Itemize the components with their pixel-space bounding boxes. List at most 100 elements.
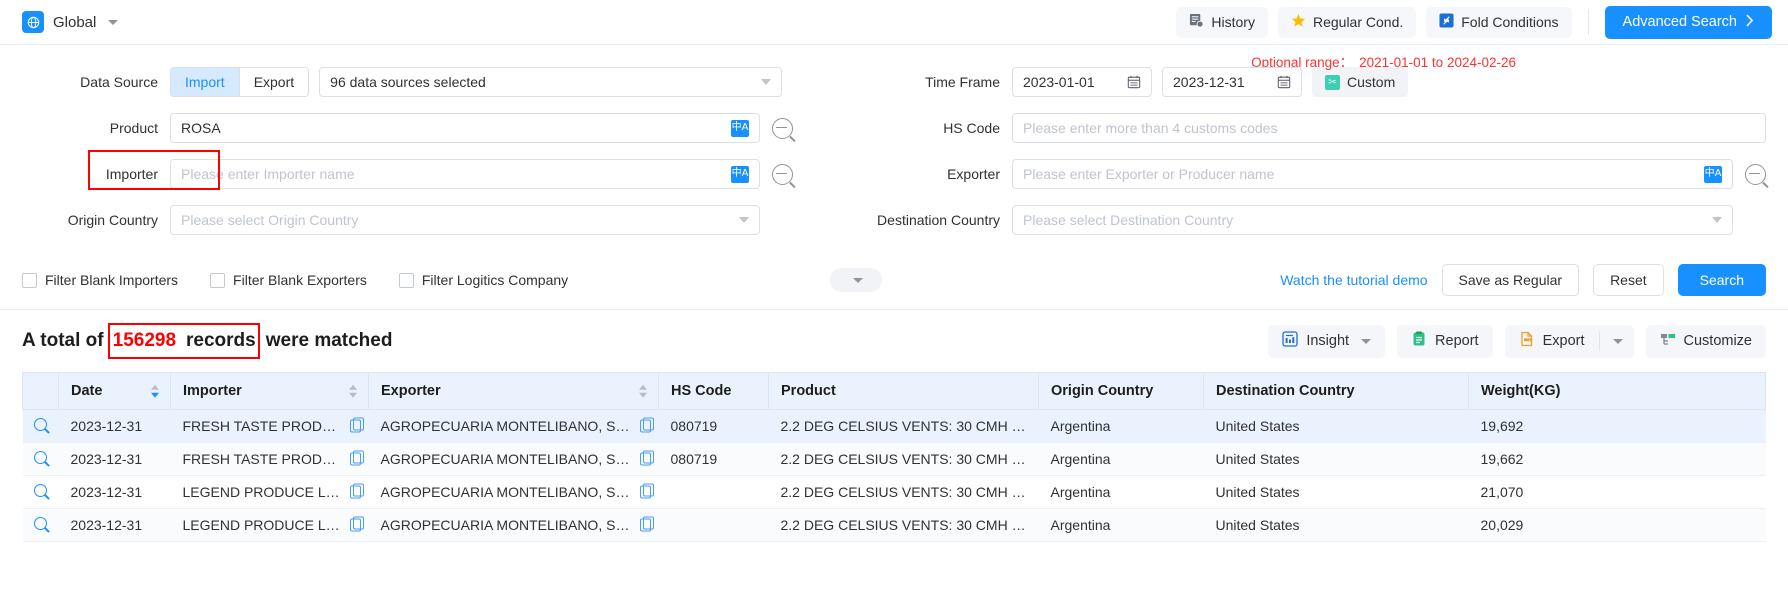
customize-button[interactable]: Customize (1646, 325, 1767, 358)
calendar-icon (1277, 75, 1291, 89)
row-detail-button[interactable] (23, 476, 59, 509)
cell-date: 2023-12-31 (59, 509, 171, 542)
magnifier-icon[interactable] (34, 451, 47, 464)
importer-label: Importer (22, 166, 170, 182)
cell-origin-country: Argentina (1039, 476, 1204, 509)
header-zoom (23, 373, 59, 410)
importer-search-minus-icon[interactable] (772, 164, 793, 185)
data-sources-select[interactable]: 96 data sources selected (319, 67, 782, 97)
cell-exporter: AGROPECUARIA MONTELIBANO, S.A. (369, 476, 659, 509)
row-detail-button[interactable] (23, 509, 59, 542)
advanced-search-label: Advanced Search (1623, 14, 1737, 30)
history-icon (1189, 13, 1204, 31)
copy-icon[interactable] (640, 486, 651, 499)
copy-icon[interactable] (640, 519, 651, 532)
header-date[interactable]: Date (59, 373, 171, 410)
cell-exporter-text: AGROPECUARIA MONTELIBANO, S.A. (381, 517, 633, 533)
header-hs-code: HS Code (659, 373, 769, 410)
filters-actions: Watch the tutorial demo Save as Regular … (1280, 264, 1766, 296)
translate-icon[interactable]: 中A (1704, 166, 1722, 183)
save-as-regular-button[interactable]: Save as Regular (1442, 264, 1580, 296)
cell-weight: 20,029 (1469, 509, 1766, 542)
destination-country-label: Destination Country (872, 212, 1012, 228)
data-source-row: Data Source Import Export 96 data source… (22, 67, 822, 97)
magnifier-icon[interactable] (34, 484, 47, 497)
origin-country-select[interactable]: Please select Origin Country (170, 205, 760, 235)
magnifier-icon[interactable] (34, 517, 47, 530)
cell-destination-country: United States (1204, 443, 1469, 476)
star-icon (1291, 13, 1306, 31)
copy-icon[interactable] (350, 486, 361, 499)
cell-hs-code (659, 476, 769, 509)
row-detail-button[interactable] (23, 410, 59, 443)
destination-country-select[interactable]: Please select Destination Country (1012, 205, 1733, 235)
insight-button[interactable]: Insight (1268, 325, 1385, 358)
header-origin-country: Origin Country (1039, 373, 1204, 410)
cell-exporter-text: AGROPECUARIA MONTELIBANO, S.A. (381, 484, 633, 500)
data-source-export-option[interactable]: Export (240, 68, 308, 96)
translate-icon[interactable]: 中A (731, 120, 749, 137)
importer-input[interactable]: Please enter Importer name 中A (170, 159, 760, 189)
total-prefix: A total of (22, 330, 104, 352)
copy-icon[interactable] (350, 420, 361, 433)
export-button[interactable]: Export (1505, 325, 1599, 358)
product-input[interactable]: ROSA 中A (170, 113, 760, 143)
advanced-search-button[interactable]: Advanced Search (1605, 6, 1772, 39)
magnifier-icon[interactable] (34, 418, 47, 431)
search-left-column: Data Source Import Export 96 data source… (22, 67, 822, 251)
checkbox-box (399, 273, 414, 288)
total-count: 156298 (113, 330, 176, 352)
report-label: Report (1435, 333, 1479, 349)
reset-button[interactable]: Reset (1593, 264, 1664, 296)
table-row[interactable]: 2023-12-31 LEGEND PRODUCE LLC AGROPECUAR… (23, 476, 1766, 509)
expand-conditions-toggle[interactable] (830, 268, 882, 292)
results-table-wrap: Date Importer Exporter HS Code Product O… (0, 372, 1788, 542)
time-frame-end-value: 2023-12-31 (1173, 74, 1245, 90)
filter-logistics-company-checkbox[interactable]: Filter Logitics Company (399, 272, 568, 288)
data-source-import-option[interactable]: Import (171, 68, 240, 96)
report-button[interactable]: Report (1397, 325, 1493, 358)
table-row[interactable]: 2023-12-31 FRESH TASTE PRODUCE AGROPECUA… (23, 410, 1766, 443)
sort-icon-exporter[interactable] (639, 385, 648, 398)
search-button[interactable]: Search (1678, 264, 1766, 296)
optional-range-value: 2021-01-01 to 2024-02-26 (1359, 55, 1516, 70)
regular-cond-label: Regular Cond. (1313, 14, 1403, 30)
globe-icon (22, 11, 44, 33)
time-frame-start-input[interactable]: 2023-01-01 (1012, 67, 1152, 97)
table-row[interactable]: 2023-12-31 FRESH TASTE PRODUCE AGROPECUA… (23, 443, 1766, 476)
copy-icon[interactable] (350, 453, 361, 466)
cell-exporter-text: AGROPECUARIA MONTELIBANO, S.A. (381, 418, 633, 434)
custom-label: Custom (1347, 74, 1395, 90)
data-source-toggle[interactable]: Import Export (170, 67, 309, 97)
chevron-down-icon (739, 217, 749, 223)
export-dropdown-toggle[interactable] (1600, 325, 1634, 358)
sort-icon-date[interactable] (151, 385, 160, 398)
product-search-minus-icon[interactable] (772, 118, 793, 139)
tutorial-demo-link[interactable]: Watch the tutorial demo (1280, 272, 1427, 288)
cell-importer-text: FRESH TASTE PRODUCE (183, 418, 352, 434)
history-button[interactable]: History (1176, 7, 1268, 38)
translate-icon[interactable]: 中A (731, 166, 749, 183)
filter-blank-importers-checkbox[interactable]: Filter Blank Importers (22, 272, 178, 288)
row-detail-button[interactable] (23, 443, 59, 476)
importer-row: Importer Please enter Importer name 中A (22, 159, 822, 189)
header-importer[interactable]: Importer (171, 373, 369, 410)
hs-code-input[interactable]: Please enter more than 4 customs codes (1012, 113, 1766, 143)
regular-cond-button[interactable]: Regular Cond. (1278, 7, 1416, 38)
sort-icon-importer[interactable] (349, 385, 358, 398)
header-date-label: Date (71, 383, 102, 399)
header-exporter[interactable]: Exporter (369, 373, 659, 410)
exporter-input[interactable]: Please enter Exporter or Producer name 中… (1012, 159, 1733, 189)
filter-blank-exporters-checkbox[interactable]: Filter Blank Exporters (210, 272, 367, 288)
copy-icon[interactable] (640, 420, 651, 433)
exporter-search-minus-icon[interactable] (1745, 164, 1766, 185)
fold-conditions-button[interactable]: Fold Conditions (1426, 7, 1571, 38)
table-row[interactable]: 2023-12-31 LEGEND PRODUCE LLC AGROPECUAR… (23, 509, 1766, 542)
copy-icon[interactable] (640, 453, 651, 466)
custom-range-button[interactable]: ✂ Custom (1312, 67, 1408, 97)
copy-icon[interactable] (350, 519, 361, 532)
global-selector[interactable]: Global (22, 11, 118, 33)
time-frame-end-input[interactable]: 2023-12-31 (1162, 67, 1302, 97)
chevron-down-icon (108, 20, 118, 25)
cell-exporter: AGROPECUARIA MONTELIBANO, S.A. (369, 509, 659, 542)
